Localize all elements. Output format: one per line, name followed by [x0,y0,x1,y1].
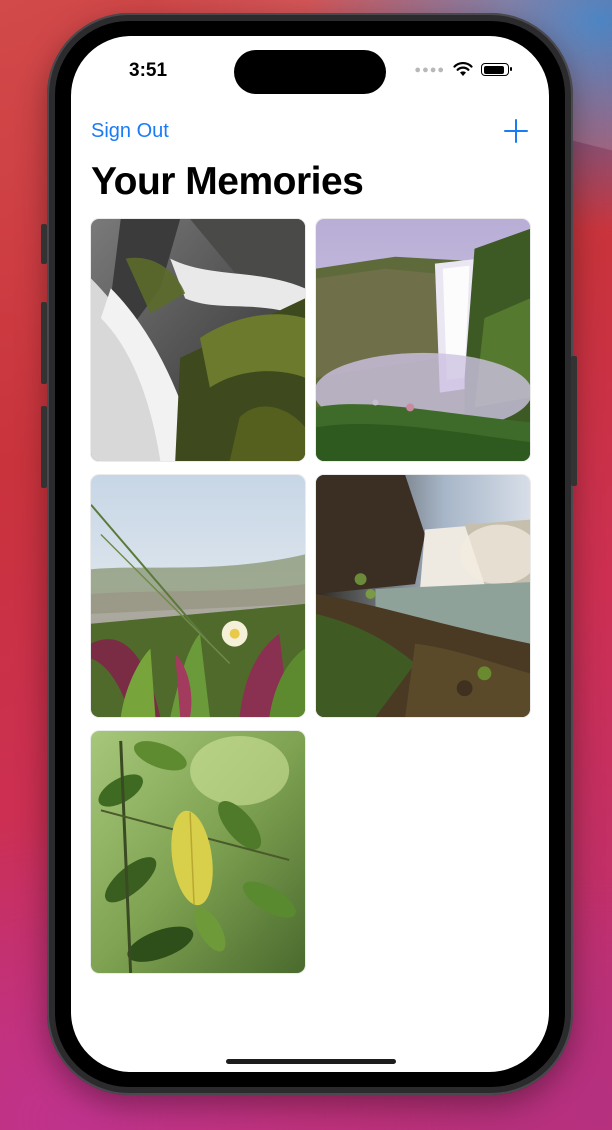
plus-icon[interactable] [503,118,529,144]
memory-photo-3[interactable] [90,474,306,718]
memory-photo-2-image [316,219,530,461]
volume-down-button [41,406,47,488]
memory-photo-4[interactable] [315,474,531,718]
home-indicator[interactable] [226,1059,396,1064]
battery-icon [481,63,512,76]
memory-photo-3-image [91,475,305,717]
navigation-bar: Sign Out [91,116,529,146]
action-button [41,224,47,264]
memory-photo-2[interactable] [315,218,531,462]
page-title: Your Memories [91,160,364,203]
memory-photo-1-image [91,219,305,461]
memory-photo-5[interactable] [90,730,306,974]
app-screen: 3:51 ●●●● Sign Out Your Memories [71,36,549,1072]
sign-out-button[interactable]: Sign Out [91,120,169,143]
memory-photo-5-image [91,731,305,973]
power-button [571,356,577,486]
status-icons: ●●●● [414,62,512,77]
wifi-icon [453,62,473,76]
battery-fill [483,65,505,74]
cellular-signal-icon: ●●●● [414,63,445,76]
volume-up-button [41,302,47,384]
memory-photo-1[interactable] [90,218,306,462]
memory-photo-4-image [316,475,530,717]
status-time: 3:51 [129,60,168,81]
dynamic-island [234,50,386,94]
